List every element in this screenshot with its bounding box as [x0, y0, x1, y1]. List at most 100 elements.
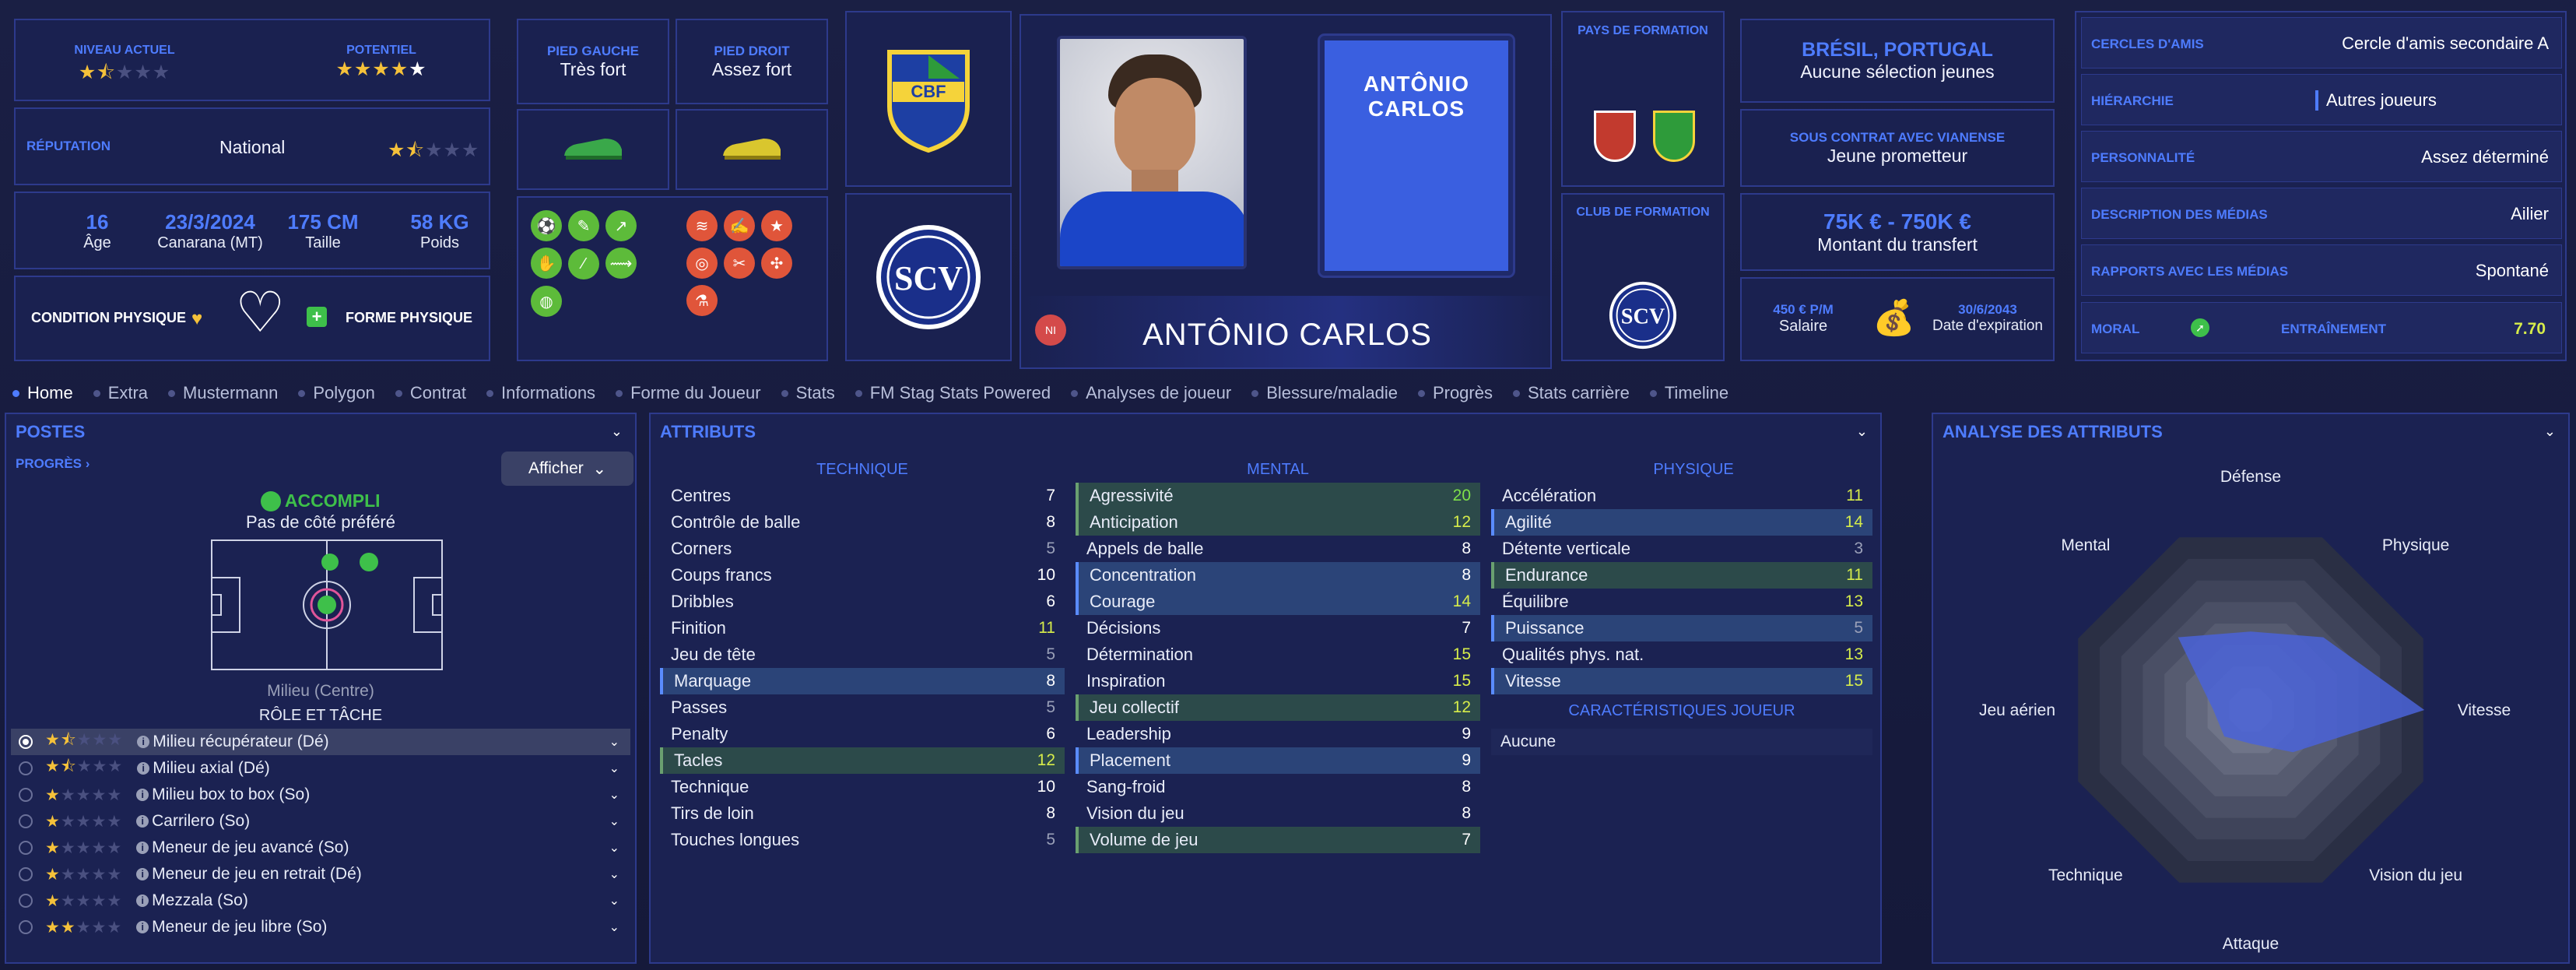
attribute-name: Dribbles — [671, 592, 734, 611]
trait-icon[interactable]: ↗ — [605, 210, 637, 241]
tab-fm-stag-stats-powered[interactable]: FM Stag Stats Powered — [855, 383, 1051, 403]
role-radio[interactable] — [19, 867, 33, 881]
attribute-value: 8 — [1046, 513, 1055, 531]
role-stars: ★⯪★★★ — [45, 730, 124, 749]
tab-forme-du-joueur[interactable]: Forme du Joueur — [616, 383, 761, 403]
tab-dot — [395, 389, 402, 397]
trait-icon[interactable]: ✂ — [724, 248, 755, 279]
chevron-down-icon[interactable]: ⌄ — [609, 814, 619, 829]
current-ability-stars: ★⯪★★★ — [78, 62, 171, 83]
globe-icon[interactable]: ◍ — [531, 286, 562, 317]
trait-icon[interactable]: ⁄ — [568, 248, 599, 279]
tab-home[interactable]: Home — [12, 383, 73, 403]
potentiel-label: POTENTIEL — [346, 44, 416, 57]
attribute-value: 8 — [1462, 804, 1471, 822]
role-row[interactable]: ★★★★★ i Meneur de jeu libre (So) ⌄ — [11, 914, 630, 940]
chevron-down-icon[interactable]: ⌄ — [609, 787, 619, 803]
contract-value: Jeune prometteur — [1827, 145, 1968, 166]
trait-icon[interactable]: ✎ — [568, 210, 599, 241]
info-icon[interactable]: i — [136, 921, 149, 933]
info-row-value: Cercle d'amis secondaire A — [2342, 33, 2549, 53]
role-radio[interactable] — [19, 788, 33, 802]
role-label: Meneur de jeu libre (So) — [152, 918, 328, 936]
trait-icon[interactable]: ≋ — [686, 210, 718, 241]
plus-icon: + — [307, 307, 327, 327]
attribute-row: Coups francs 10 — [660, 562, 1065, 589]
chevron-down-icon[interactable]: ⌄ — [609, 919, 619, 935]
trait-icon[interactable]: ✋ — [531, 248, 562, 279]
portugal-flag-icon — [1594, 111, 1636, 162]
chevron-down-icon[interactable]: ⌄ — [609, 840, 619, 856]
tab-mustermann[interactable]: Mustermann — [168, 383, 278, 403]
tab-polygon[interactable]: Polygon — [298, 383, 375, 403]
tab-dot — [1251, 389, 1259, 397]
tab-label: Informations — [501, 383, 596, 402]
radar-axis-label: Technique — [2048, 866, 2123, 884]
collapse-attributs-icon[interactable]: ⌄ — [1856, 423, 1868, 440]
chevron-down-icon[interactable]: ⌄ — [609, 893, 619, 908]
role-row[interactable]: ★★★★★ i Mezzala (So) ⌄ — [11, 887, 630, 914]
chevron-down-icon[interactable]: ⌄ — [609, 866, 619, 882]
nations-value: BRÉSIL, PORTUGAL — [1802, 39, 1993, 61]
trait-icon[interactable]: ⚽ — [531, 210, 562, 241]
tab-timeline[interactable]: Timeline — [1649, 383, 1729, 403]
tab-label: Home — [27, 383, 73, 402]
role-row[interactable]: ★★★★★ i Meneur de jeu en retrait (Dé) ⌄ — [11, 861, 630, 887]
tab-stats-carri-re[interactable]: Stats carrière — [1512, 383, 1630, 403]
trait-icon[interactable]: ✍ — [724, 210, 755, 241]
attribute-row: Courage 14 — [1076, 589, 1480, 615]
collapse-analyse-icon[interactable]: ⌄ — [2544, 423, 2556, 440]
info-icon[interactable]: i — [136, 815, 149, 828]
attribute-value: 6 — [1046, 725, 1055, 743]
tab-contrat[interactable]: Contrat — [395, 383, 466, 403]
chevron-down-icon[interactable]: ⌄ — [609, 761, 619, 776]
attribute-row: Décisions 7 — [1076, 615, 1480, 641]
collapse-postes-icon[interactable]: ⌄ — [611, 423, 623, 440]
afficher-button[interactable]: Afficher ⌄ — [501, 452, 633, 486]
attribute-value: 13 — [1844, 645, 1863, 663]
analyse-title: ANALYSE DES ATTRIBUTS — [1943, 422, 2163, 441]
role-row[interactable]: ★★★★★ i Milieu box to box (So) ⌄ — [11, 782, 630, 808]
progres-link[interactable]: PROGRÈS › — [16, 456, 89, 472]
radar-axis-label: Vision du jeu — [2369, 866, 2462, 884]
trait-icon[interactable]: ✣ — [761, 248, 792, 279]
info-icon[interactable]: i — [137, 762, 150, 775]
weight-value: 58 KG — [410, 210, 469, 234]
target-icon[interactable]: ◎ — [686, 248, 718, 279]
role-row[interactable]: ★⯪★★★ i Milieu récupérateur (Dé) ⌄ — [11, 729, 630, 755]
role-row[interactable]: ★★★★★ i Carrilero (So) ⌄ — [11, 808, 630, 835]
red-traits: ≋ ✍ ★ ◎ ✂ ✣ ⚗ — [683, 207, 800, 319]
role-radio[interactable] — [19, 920, 33, 934]
role-stars: ★★★★★ — [45, 865, 123, 884]
chevron-down-icon[interactable]: ⌄ — [609, 734, 619, 750]
flask-icon[interactable]: ⚗ — [686, 285, 718, 316]
role-radio[interactable] — [19, 814, 33, 828]
potential-stars: ★★★★★ — [335, 58, 427, 80]
star-icon[interactable]: ★ — [761, 210, 792, 241]
info-icon[interactable]: i — [136, 894, 149, 907]
preferred-side: Pas de côté préféré — [245, 512, 395, 532]
role-radio[interactable] — [19, 761, 33, 775]
info-icon[interactable]: i — [137, 736, 150, 748]
attribute-row: Concentration 8 — [1076, 562, 1480, 589]
role-radio[interactable] — [19, 894, 33, 908]
tab-extra[interactable]: Extra — [93, 383, 148, 403]
role-radio[interactable] — [19, 735, 33, 749]
role-row[interactable]: ★⯪★★★ i Milieu axial (Dé) ⌄ — [11, 755, 630, 782]
trait-icon[interactable]: ⟿ — [605, 248, 637, 279]
role-row[interactable]: ★★★★★ i Meneur de jeu avancé (So) ⌄ — [11, 835, 630, 861]
age-value: 16 — [86, 210, 109, 234]
info-icon[interactable]: i — [136, 789, 149, 801]
tab-progr-s[interactable]: Progrès — [1417, 383, 1493, 403]
info-icon[interactable]: i — [136, 868, 149, 880]
tab-informations[interactable]: Informations — [486, 383, 595, 403]
attribute-row: Vision du jeu 8 — [1076, 800, 1480, 827]
tab-label: Timeline — [1664, 383, 1729, 402]
role-radio[interactable] — [19, 841, 33, 855]
tab-blessure-maladie[interactable]: Blessure/maladie — [1251, 383, 1398, 403]
tab-label: Stats — [795, 383, 835, 402]
tab-stats[interactable]: Stats — [781, 383, 835, 403]
info-icon[interactable]: i — [136, 842, 149, 854]
attribute-name: Tacles — [674, 750, 723, 770]
tab-analyses-de-joueur[interactable]: Analyses de joueur — [1071, 383, 1231, 403]
